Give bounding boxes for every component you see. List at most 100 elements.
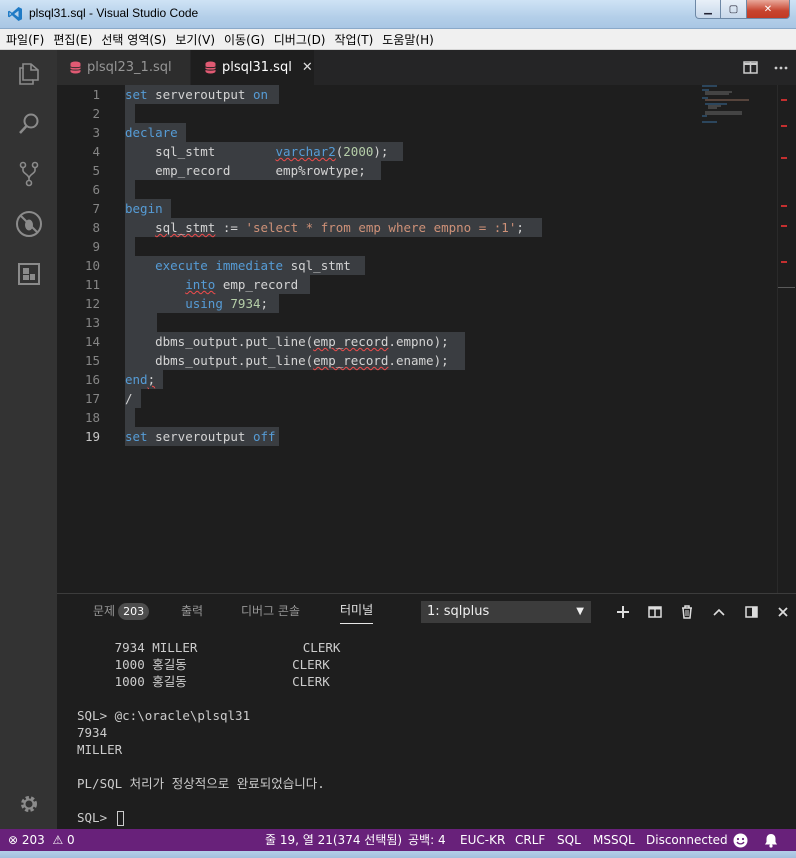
menu-help[interactable]: 도움말(H) (382, 31, 434, 48)
maximize-button[interactable]: ▢ (721, 0, 747, 19)
warning-icon: ⚠ (48, 833, 64, 847)
tab-debug-console[interactable]: 디버그 콘솔 (241, 594, 300, 629)
line-number: 19 (84, 429, 100, 444)
close-window-button[interactable]: ✕ (747, 0, 790, 19)
line-number: 12 (84, 296, 100, 311)
line-number: 1 (92, 87, 100, 102)
line-number: 16 (84, 372, 100, 387)
window-frame-bottom (0, 851, 796, 858)
search-icon[interactable] (0, 100, 57, 148)
code-line: using 7934; (185, 296, 269, 311)
connection-type[interactable]: MSSQL (593, 829, 635, 851)
terminal-select[interactable]: 1: sqlplus ▼ (421, 601, 591, 623)
terminal-output[interactable]: 7934 MILLER CLERK 1000 홍길동 CLERK 1000 홍길… (77, 639, 777, 826)
code-line: set serveroutput on (125, 87, 268, 102)
activity-bar (0, 50, 57, 829)
close-tab-icon[interactable]: ✕ (302, 60, 313, 75)
line-number: 10 (84, 258, 100, 273)
indentation-status[interactable]: 공백: 4 (408, 829, 446, 851)
window-title-bar: plsql31.sql - Visual Studio Code ▁ ▢ ✕ (0, 0, 796, 29)
tab-plsql31[interactable]: plsql31.sql ✕ (191, 50, 314, 85)
error-icon: ⊗ (8, 833, 19, 847)
more-actions-icon[interactable] (774, 66, 788, 70)
code-line: declare (125, 125, 178, 140)
split-editor-icon[interactable] (743, 61, 758, 74)
code-line: execute immediate sql_stmt (155, 258, 351, 273)
code-line: sql_stmt varchar2(2000); (125, 144, 389, 159)
error-count: 203 (21, 833, 45, 847)
line-number: 4 (92, 144, 100, 159)
debug-icon[interactable] (0, 200, 57, 248)
code-line: set serveroutput off (125, 429, 276, 444)
tab-problems-label: 문제 (93, 604, 116, 618)
tab-plsql23-1[interactable]: plsql23_1.sql (57, 50, 190, 85)
tab-label: plsql23_1.sql (87, 60, 172, 75)
menu-bar: 파일(F) 편집(E) 선택 영역(S) 보기(V) 이동(G) 디버그(D) … (0, 29, 796, 50)
cursor-position[interactable]: 줄 19, 열 21(374 선택됨) (265, 829, 402, 851)
line-number: 5 (92, 163, 100, 178)
language-mode[interactable]: SQL (557, 829, 581, 851)
code-line: / (125, 391, 133, 406)
minimize-button[interactable]: ▁ (695, 0, 721, 19)
kill-terminal-trash-icon[interactable] (671, 604, 703, 619)
close-panel-icon[interactable] (767, 606, 796, 617)
vscode-logo-icon (8, 7, 22, 21)
menu-selection[interactable]: 선택 영역(S) (101, 31, 166, 48)
menu-debug[interactable]: 디버그(D) (274, 31, 326, 48)
explorer-icon[interactable] (0, 50, 57, 98)
menu-view[interactable]: 보기(V) (175, 31, 215, 48)
source-control-icon[interactable] (0, 150, 57, 198)
menu-tasks[interactable]: 작업(T) (335, 31, 374, 48)
line-number: 11 (84, 277, 100, 292)
toggle-panel-layout-icon[interactable] (735, 605, 767, 618)
line-number: 14 (84, 334, 100, 349)
encoding-status[interactable]: EUC-KR (460, 829, 505, 851)
line-number: 8 (92, 220, 100, 235)
code-line: emp_record emp%rowtype; (125, 163, 366, 178)
tab-terminal[interactable]: 터미널 (340, 594, 374, 624)
line-number: 17 (84, 391, 100, 406)
extensions-icon[interactable] (0, 250, 57, 298)
minimap[interactable] (697, 85, 777, 145)
terminal-line: PL/SQL 처리가 정상적으로 완료되었습니다. (77, 776, 325, 791)
notifications-bell-icon[interactable] (764, 829, 778, 851)
terminal-prompt: SQL> (77, 810, 115, 825)
warning-count: 0 (67, 833, 75, 847)
line-number: 3 (92, 125, 100, 140)
feedback-smiley-icon[interactable] (733, 829, 748, 851)
tab-output[interactable]: 출력 (181, 594, 203, 629)
problems-status[interactable]: ⊗ 203 ⚠ 0 (8, 829, 75, 851)
menu-edit[interactable]: 편집(E) (53, 31, 92, 48)
tab-problems[interactable]: 문제 203 (93, 594, 150, 629)
menu-file[interactable]: 파일(F) (6, 31, 44, 48)
overview-ruler[interactable] (777, 85, 795, 593)
settings-gear-icon[interactable] (0, 780, 57, 828)
code-line: into emp_record (185, 277, 299, 292)
connection-status[interactable]: Disconnected (646, 829, 728, 851)
split-terminal-icon[interactable] (639, 605, 671, 618)
terminal-select-value: 1: sqlplus (427, 604, 490, 619)
code-line: begin (125, 201, 163, 216)
terminal-line: 1000 홍길동 CLERK (77, 657, 330, 672)
terminal-prompt-line: SQL> (77, 809, 777, 826)
maximize-panel-chevron-up-icon[interactable] (703, 608, 735, 616)
editor-tab-bar: plsql23_1.sql plsql31.sql ✕ (57, 50, 796, 85)
line-number: 7 (92, 201, 100, 216)
menu-go[interactable]: 이동(G) (224, 31, 265, 48)
line-number: 2 (92, 106, 100, 121)
code-line: sql_stmt := 'select * from emp where emp… (155, 220, 524, 235)
line-number: 18 (84, 410, 100, 425)
code-editor[interactable]: 1 2 3 4 5 6 7 8 9 10 11 12 13 14 15 16 1… (57, 85, 796, 593)
bottom-panel: 문제 203 출력 디버그 콘솔 터미널 1: sqlplus ▼ 7934 MI… (57, 593, 796, 829)
terminal-line: MILLER (77, 742, 123, 757)
database-icon (205, 61, 216, 74)
eol-status[interactable]: CRLF (515, 829, 545, 851)
window-title: plsql31.sql - Visual Studio Code (29, 6, 199, 20)
line-number: 15 (84, 353, 100, 368)
terminal-cursor (116, 811, 124, 826)
terminal-line: SQL> @c:\oracle\plsql31 (77, 708, 251, 723)
chevron-down-icon: ▼ (576, 606, 584, 617)
new-terminal-icon[interactable] (607, 605, 639, 618)
